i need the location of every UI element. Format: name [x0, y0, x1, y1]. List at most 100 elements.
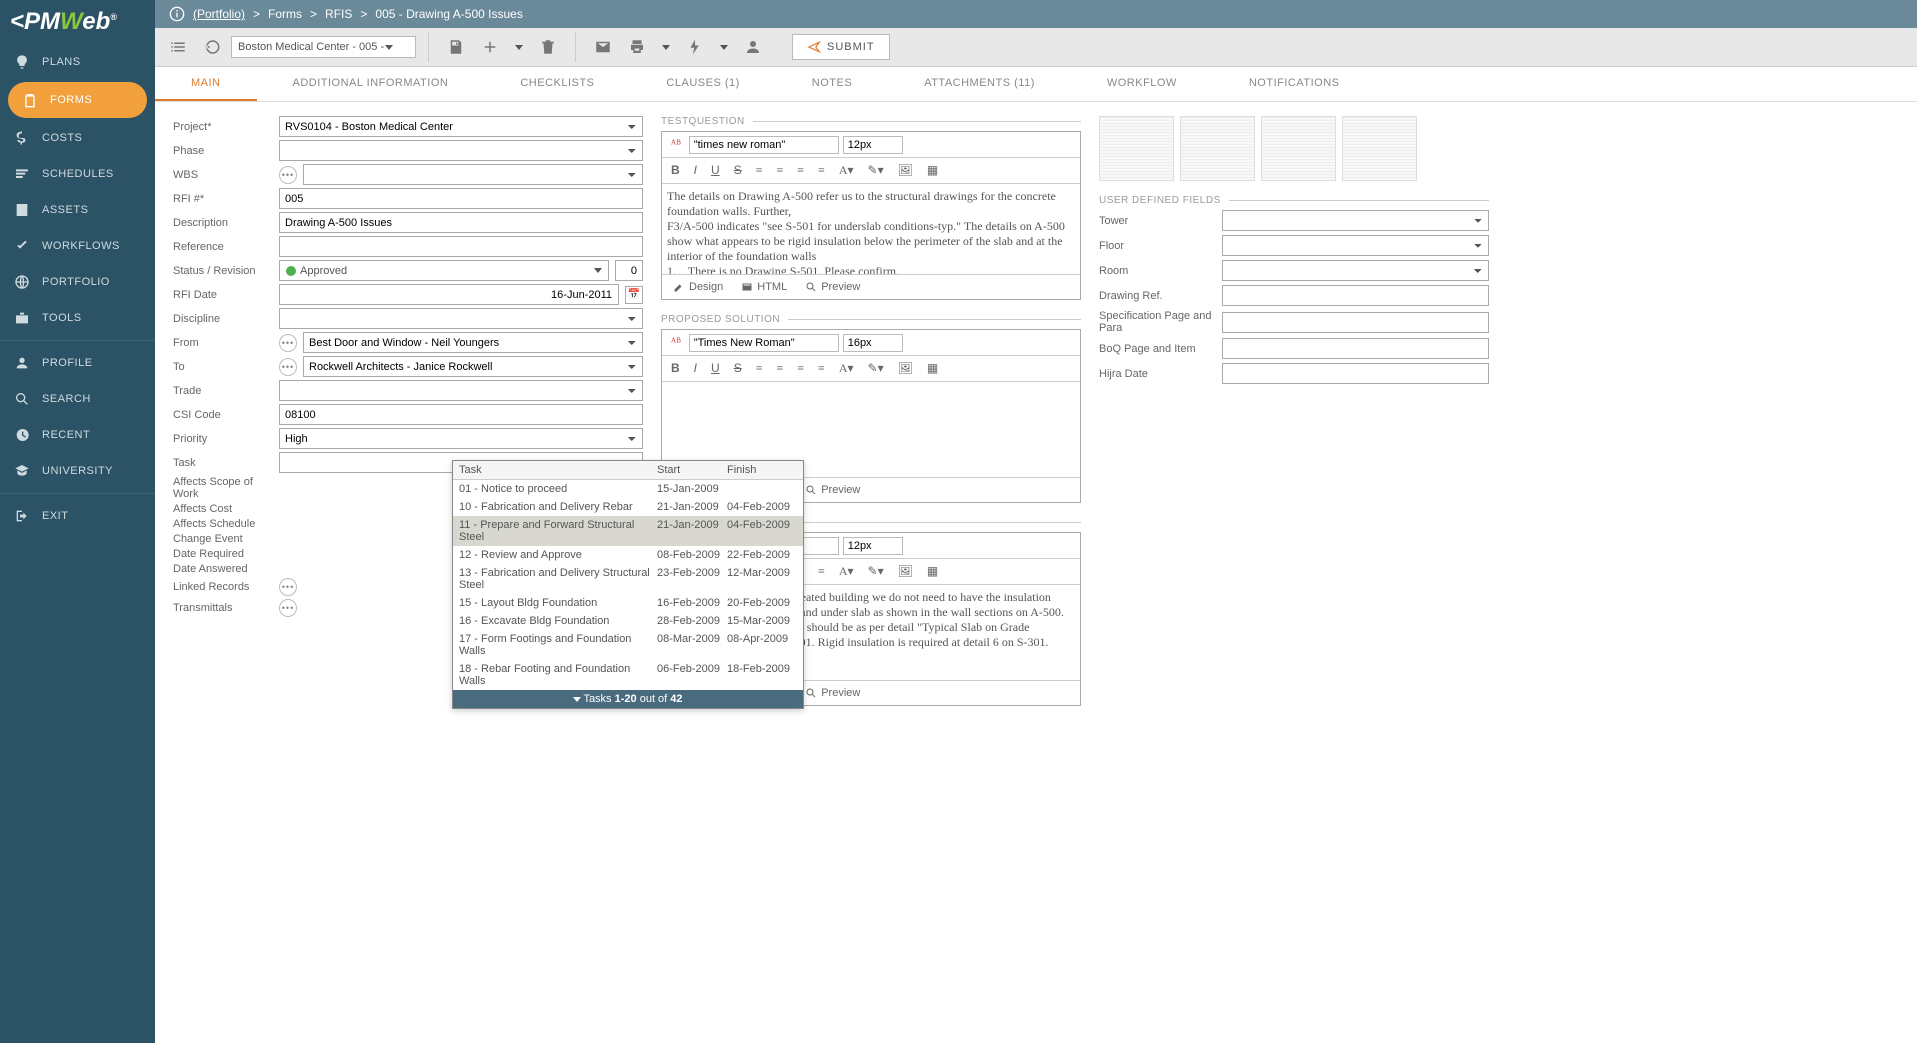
sidebar-item-costs[interactable]: COSTS [0, 120, 155, 156]
font-select[interactable] [689, 334, 839, 352]
sidebar-item-plans[interactable]: PLANS [0, 44, 155, 80]
align-center-icon[interactable]: ≡ [772, 161, 787, 180]
thumb[interactable] [1180, 116, 1255, 181]
task-col-start[interactable]: Start [657, 464, 727, 476]
tab-checklists[interactable]: CHECKLISTS [484, 67, 630, 101]
from-select[interactable]: Best Door and Window - Neil Youngers [303, 332, 643, 353]
sidebar-item-assets[interactable]: ASSETS [0, 192, 155, 228]
status-select[interactable]: Approved [279, 260, 609, 281]
bold-icon[interactable]: B [667, 359, 684, 378]
font-color-icon[interactable]: A▾ [835, 161, 858, 180]
task-row[interactable]: 01 - Notice to proceed15-Jan-2009 [453, 480, 803, 498]
strike-icon[interactable]: S [730, 359, 746, 378]
align-justify-icon[interactable]: ≡ [814, 562, 829, 581]
sidebar-item-university[interactable]: UNIVERSITY [0, 453, 155, 489]
calendar-icon[interactable]: 📅 [625, 286, 643, 304]
align-center-icon[interactable]: ≡ [772, 359, 787, 378]
image-icon[interactable]: 🖼 [894, 161, 917, 180]
align-justify-icon[interactable]: ≡ [814, 161, 829, 180]
delete-icon[interactable] [533, 32, 563, 62]
rfi-num-input[interactable] [279, 188, 643, 209]
strike-icon[interactable]: S [730, 161, 746, 180]
sidebar-item-search[interactable]: SEARCH [0, 381, 155, 417]
sidebar-item-workflows[interactable]: WORKFLOWS [0, 228, 155, 264]
italic-icon[interactable]: I [690, 161, 701, 180]
thumb[interactable] [1099, 116, 1174, 181]
thumb[interactable] [1342, 116, 1417, 181]
discipline-select[interactable] [279, 308, 643, 329]
bold-icon[interactable]: B [667, 161, 684, 180]
size-select[interactable] [843, 136, 903, 154]
revision-input[interactable] [615, 260, 643, 281]
breadcrumb-rfis[interactable]: RFIS [325, 7, 352, 21]
csi-input[interactable] [279, 404, 643, 425]
sidebar-item-recent[interactable]: RECENT [0, 417, 155, 453]
thumb[interactable] [1261, 116, 1336, 181]
reference-input[interactable] [279, 236, 643, 257]
project-select[interactable]: RVS0104 - Boston Medical Center [279, 116, 643, 137]
udf-select[interactable] [1222, 210, 1489, 231]
bolt-icon[interactable] [680, 32, 710, 62]
highlight-icon[interactable]: ✎▾ [864, 161, 888, 180]
preview-tab[interactable]: Preview [797, 278, 868, 296]
tab-additional-information[interactable]: ADDITIONAL INFORMATION [257, 67, 485, 101]
sidebar-item-tools[interactable]: TOOLS [0, 300, 155, 336]
task-row[interactable]: 11 - Prepare and Forward Structural Stee… [453, 516, 803, 546]
task-col-finish[interactable]: Finish [727, 464, 797, 476]
print-dropdown-icon[interactable] [656, 39, 676, 56]
task-row[interactable]: 18 - Rebar Footing and Foundation Walls0… [453, 660, 803, 690]
phase-select[interactable] [279, 140, 643, 161]
italic-icon[interactable]: I [690, 359, 701, 378]
breadcrumb-forms[interactable]: Forms [268, 7, 302, 21]
user-icon[interactable] [738, 32, 768, 62]
font-color-icon[interactable]: A▾ [835, 359, 858, 378]
save-icon[interactable] [441, 32, 471, 62]
align-right-icon[interactable]: ≡ [793, 359, 808, 378]
tab-notes[interactable]: NOTES [776, 67, 888, 101]
highlight-icon[interactable]: ✎▾ [864, 562, 888, 581]
align-left-icon[interactable]: ≡ [752, 359, 767, 378]
add-icon[interactable] [475, 32, 505, 62]
breadcrumb-portfolio[interactable]: (Portfolio) [193, 7, 245, 21]
add-dropdown-icon[interactable] [509, 39, 529, 56]
image-icon[interactable]: 🖼 [894, 562, 917, 581]
task-row[interactable]: 10 - Fabrication and Delivery Rebar21-Ja… [453, 498, 803, 516]
preview-tab[interactable]: Preview [797, 481, 868, 499]
priority-select[interactable]: High [279, 428, 643, 449]
size-select[interactable] [843, 334, 903, 352]
task-row[interactable]: 13 - Fabrication and Delivery Structural… [453, 564, 803, 594]
wbs-select[interactable] [303, 164, 643, 185]
udf-input[interactable] [1222, 285, 1489, 306]
highlight-icon[interactable]: ✎▾ [864, 359, 888, 378]
rfi-date-input[interactable] [279, 284, 619, 305]
underline-icon[interactable]: U [707, 359, 724, 378]
udf-input[interactable] [1222, 338, 1489, 359]
image-icon[interactable]: 🖼 [894, 359, 917, 378]
spellcheck-icon[interactable]: ᴬᴮ [667, 135, 685, 154]
preview-tab[interactable]: Preview [797, 684, 868, 702]
history-icon[interactable] [197, 32, 227, 62]
to-select[interactable]: Rockwell Architects - Janice Rockwell [303, 356, 643, 377]
sidebar-item-portfolio[interactable]: PORTFOLIO [0, 264, 155, 300]
print-icon[interactable] [622, 32, 652, 62]
transmittals-lookup-button[interactable]: ••• [279, 599, 297, 617]
sidebar-item-forms[interactable]: FORMS [8, 82, 147, 118]
from-lookup-button[interactable]: ••• [279, 334, 297, 352]
underline-icon[interactable]: U [707, 161, 724, 180]
sidebar-item-profile[interactable]: PROFILE [0, 345, 155, 381]
task-row[interactable]: 16 - Excavate Bldg Foundation28-Feb-2009… [453, 612, 803, 630]
align-left-icon[interactable]: ≡ [752, 161, 767, 180]
tab-notifications[interactable]: NOTIFICATIONS [1213, 67, 1376, 101]
align-justify-icon[interactable]: ≡ [814, 359, 829, 378]
linked-lookup-button[interactable]: ••• [279, 578, 297, 596]
design-tab[interactable]: Design [665, 278, 731, 296]
font-select[interactable] [689, 136, 839, 154]
tab-workflow[interactable]: WORKFLOW [1071, 67, 1213, 101]
tab-main[interactable]: MAIN [155, 67, 257, 101]
udf-input[interactable] [1222, 363, 1489, 384]
sidebar-item-exit[interactable]: EXIT [0, 498, 155, 534]
editor-body[interactable]: The details on Drawing A-500 refer us to… [662, 184, 1080, 274]
record-select[interactable]: Boston Medical Center - 005 - Drawi [231, 36, 416, 58]
trade-select[interactable] [279, 380, 643, 401]
task-row[interactable]: 17 - Form Footings and Foundation Walls0… [453, 630, 803, 660]
